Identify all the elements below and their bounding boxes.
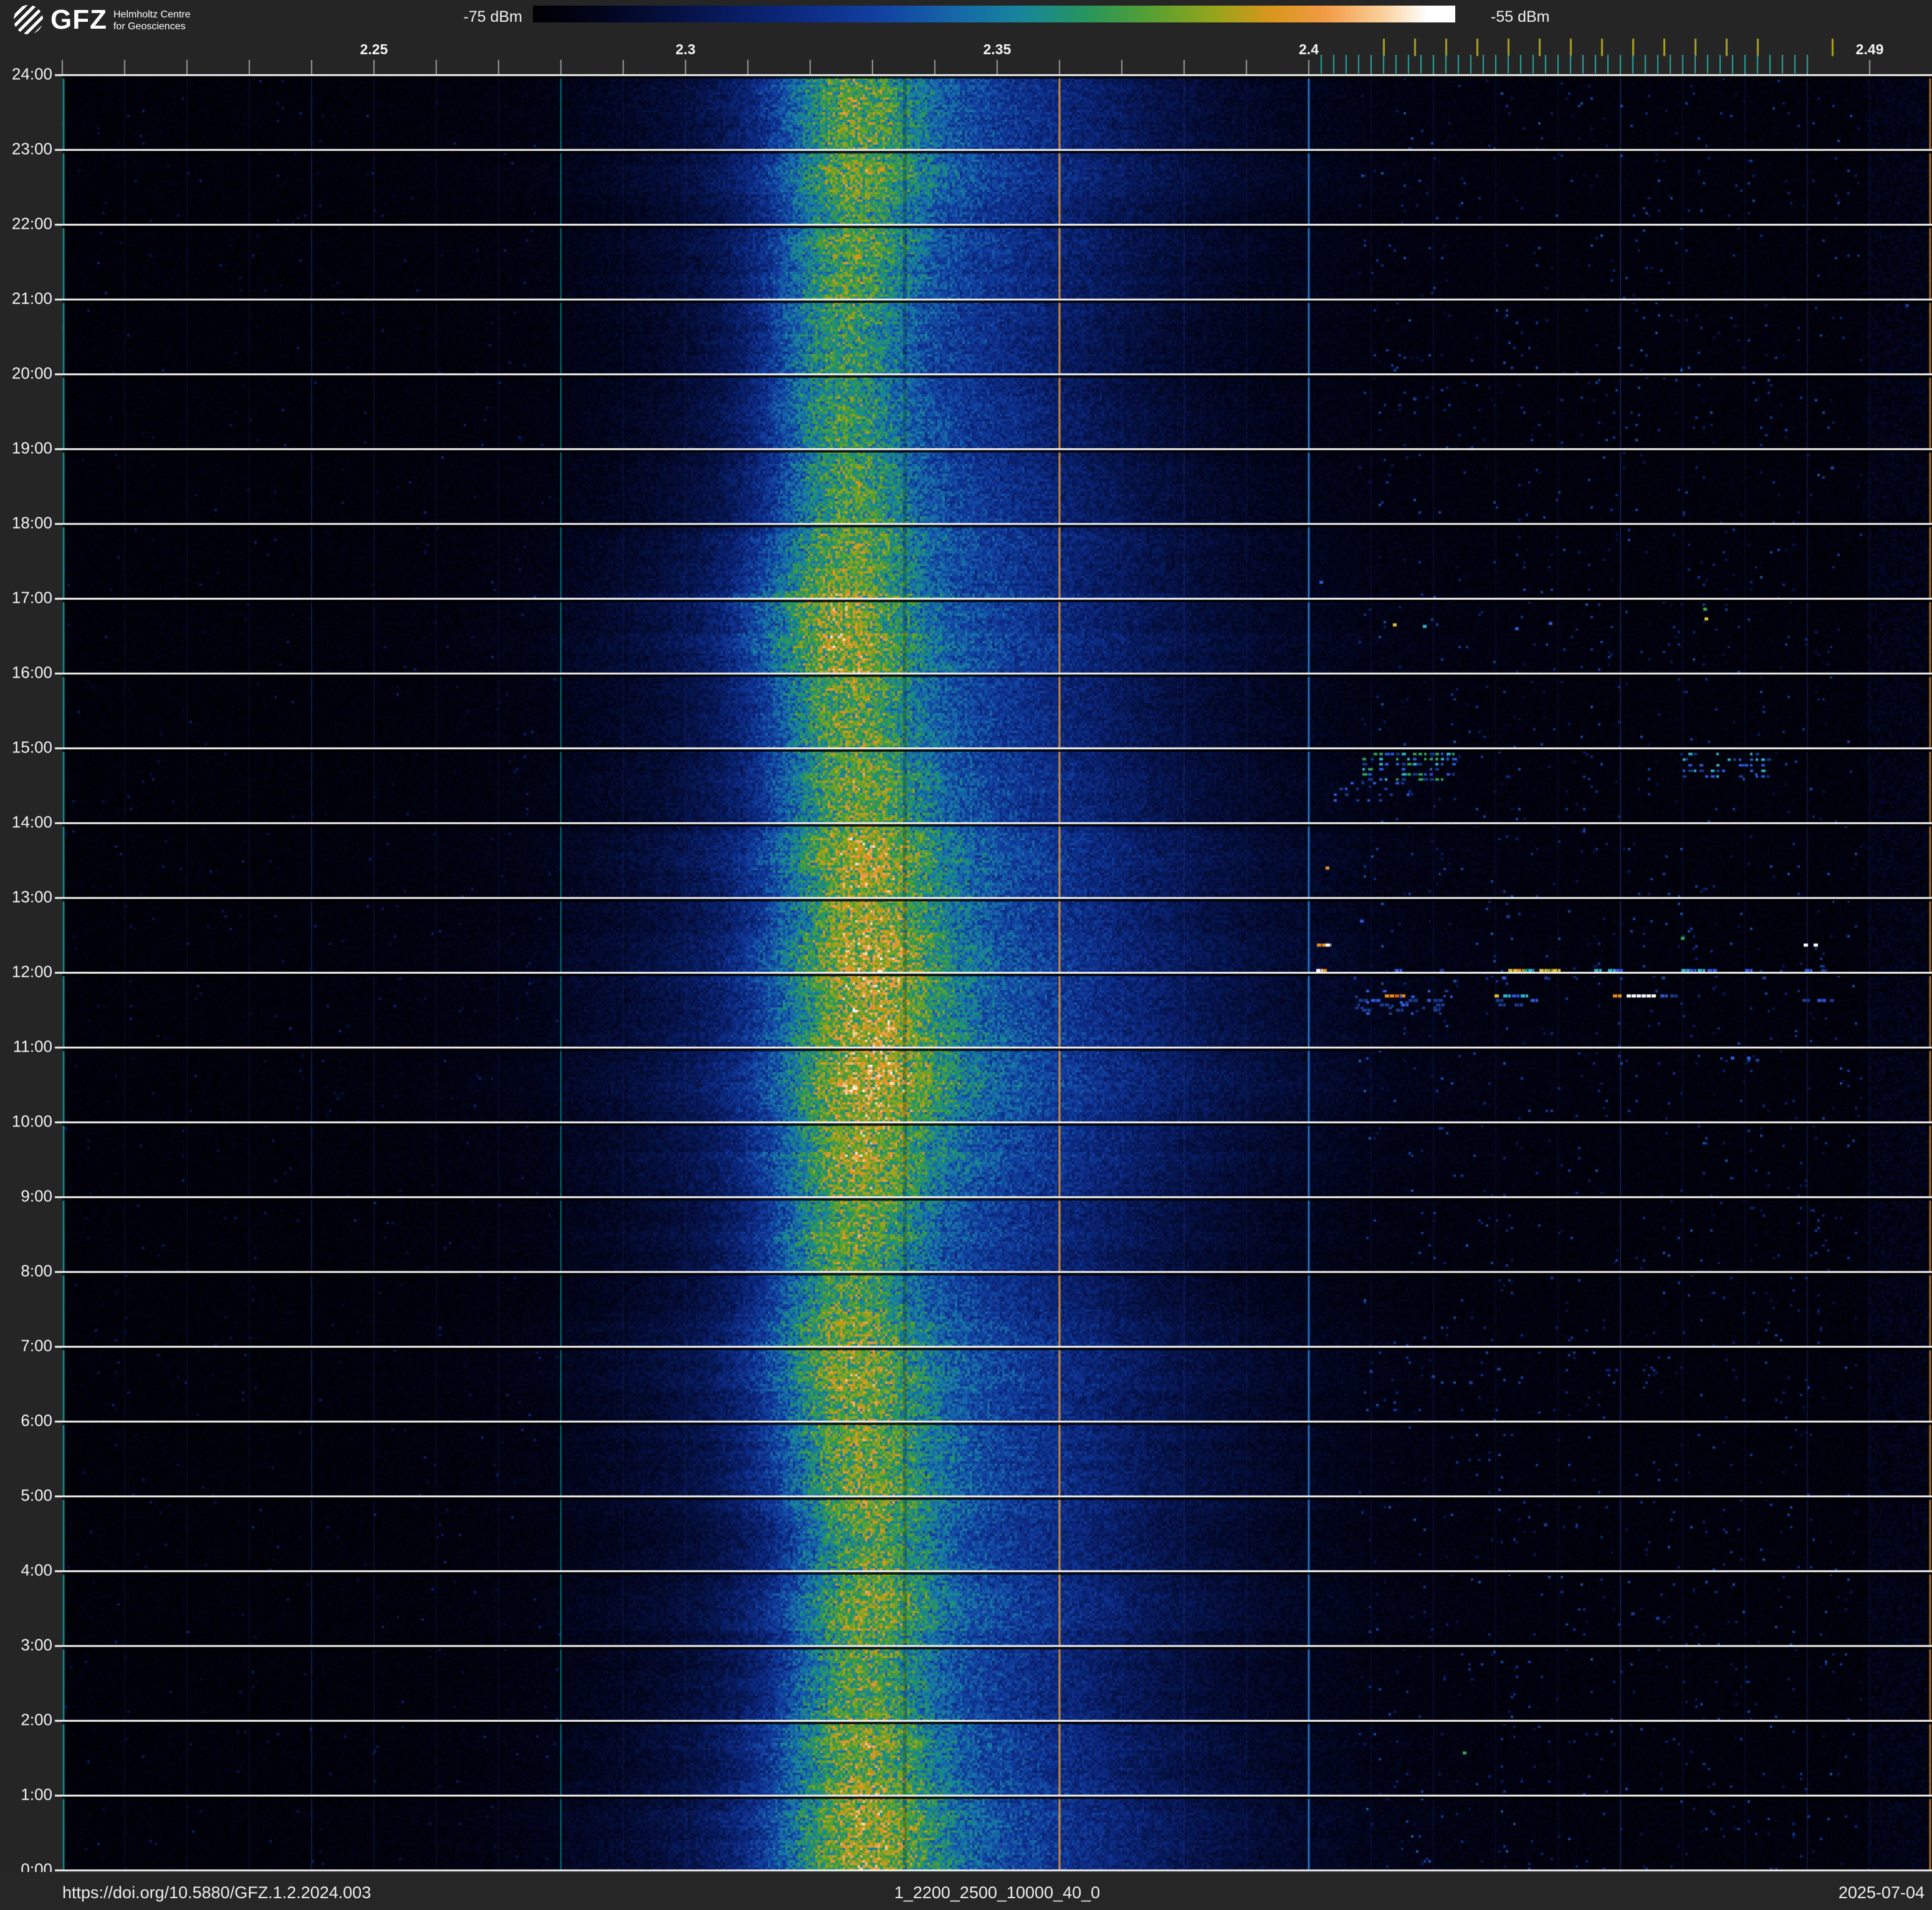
gfz-logo: GFZ Helmholtz Centre for Geosciences [14, 5, 191, 34]
colorbar [533, 6, 1455, 22]
gfz-subtitle-line2: for Geosciences [113, 21, 186, 32]
date-label: 2025-07-04 [1838, 1883, 1925, 1902]
gfz-subtitle-line1: Helmholtz Centre [113, 9, 191, 20]
footer: https://doi.org/10.5880/GFZ.1.2.2024.003… [0, 1872, 1932, 1910]
spectrogram-page: GFZ Helmholtz Centre for Geosciences -75… [0, 0, 1932, 1910]
spectrogram-canvas [0, 0, 1932, 1910]
gfz-subtitle: Helmholtz Centre for Geosciences [113, 9, 191, 32]
colorbar-max-label: -55 dBm [1491, 8, 1550, 26]
colorbar-min-label: -75 dBm [463, 8, 522, 26]
dataset-name: 1_2200_2500_10000_40_0 [894, 1883, 1101, 1902]
gfz-wordmark: GFZ [50, 4, 107, 35]
gfz-globe-icon [14, 5, 43, 34]
